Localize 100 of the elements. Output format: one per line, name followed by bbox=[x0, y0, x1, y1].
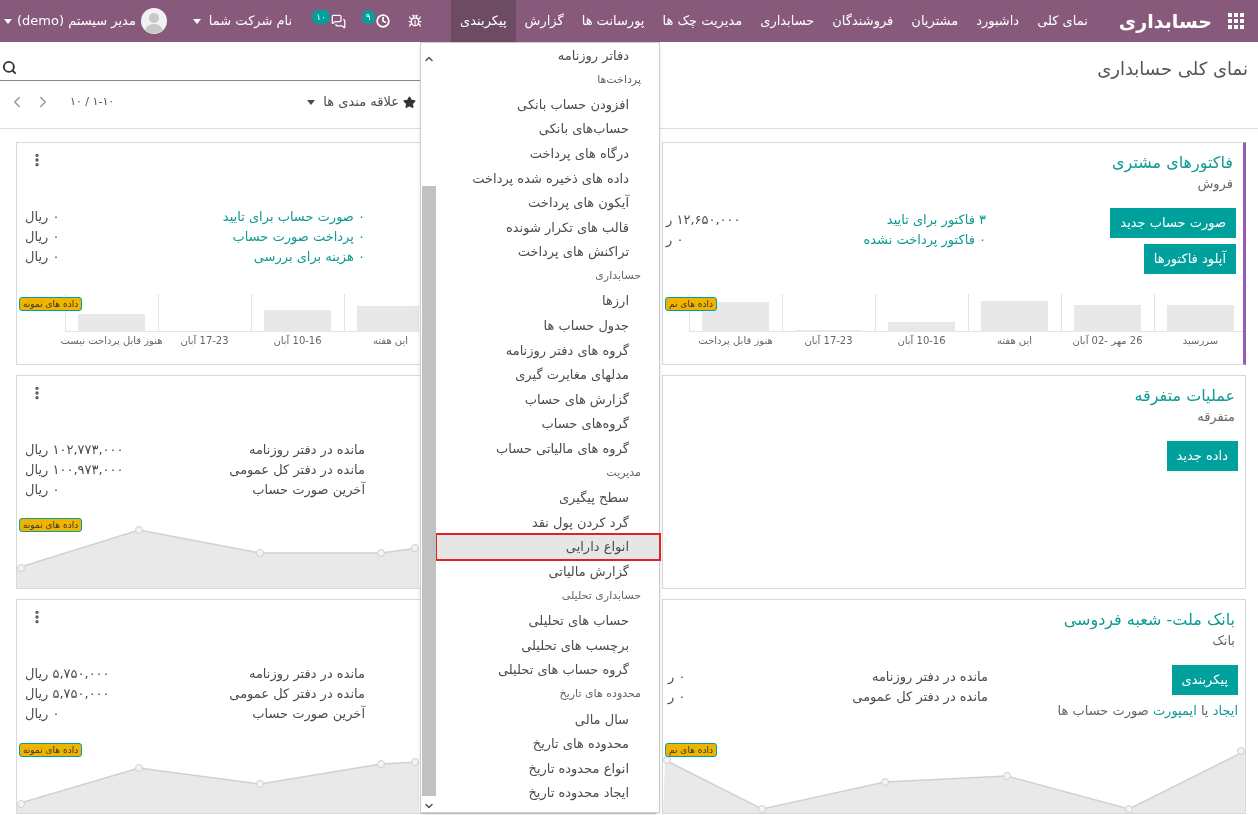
nav-menu-item[interactable]: گزارش bbox=[515, 0, 573, 42]
nav-menu-item[interactable]: حسابداری bbox=[751, 0, 824, 42]
menu-item[interactable]: محدوده های تاریخ bbox=[437, 731, 659, 757]
chart-point bbox=[135, 764, 143, 772]
caret-icon bbox=[4, 18, 12, 24]
stat-label: مانده در دفتر روزنامه bbox=[248, 441, 365, 460]
nav-menu-item[interactable]: مدیریت چک ها bbox=[653, 0, 752, 42]
chart-point bbox=[881, 778, 889, 786]
avatar-icon bbox=[140, 8, 167, 34]
menu-section-header: محدوده های تاریخ bbox=[559, 686, 641, 703]
pager-value: ۱-۱۰ / ۱۰ bbox=[70, 93, 115, 110]
menu-item[interactable]: گزارش مالیاتی bbox=[437, 559, 659, 585]
stat-label: آخرین صورت حساب bbox=[252, 704, 365, 724]
stat-label: مانده در دفتر روزنامه bbox=[248, 665, 365, 684]
menu-item[interactable]: گروه های مالیاتی حساب bbox=[437, 436, 659, 462]
sample-data-badge: داده های نمونه bbox=[19, 297, 83, 311]
menu-item[interactable]: گروه های دفتر روزنامه bbox=[437, 338, 659, 363]
stat-label: مانده در دفتر کل عمومی bbox=[229, 685, 365, 704]
star-icon bbox=[403, 95, 416, 109]
menu-item[interactable]: دفاتر روزنامه bbox=[437, 43, 659, 68]
chart-axis-label: این هفته bbox=[372, 334, 409, 348]
chart-axis-label: 17-23 آبان bbox=[804, 333, 853, 348]
sample-data-badge: داده های نمونه bbox=[19, 743, 83, 757]
stat-amount: ۵,۷۵۰,۰۰۰ ریال bbox=[25, 665, 110, 683]
stat-label: مانده در دفتر کل عمومی bbox=[229, 461, 365, 480]
chart-point bbox=[377, 549, 385, 557]
chart-point bbox=[256, 549, 264, 557]
menu-item[interactable]: برچسب های تحلیلی bbox=[437, 633, 659, 658]
menu-item[interactable]: سال مالی bbox=[437, 707, 659, 732]
stat-amount: ۰ ر bbox=[668, 668, 686, 686]
user-menu[interactable]: مدیر سیستم (demo) bbox=[0, 0, 181, 42]
menu-item[interactable]: سطح پیگیری bbox=[437, 485, 659, 511]
card-title[interactable]: بانک ملت- شعبه فردوسی bbox=[1063, 609, 1235, 631]
menu-item[interactable]: قالب های تکرار شونده bbox=[437, 215, 659, 240]
menu-item[interactable]: حساب‌های بانکی bbox=[437, 116, 659, 142]
card-title[interactable]: فاکتورهای مشتری bbox=[1112, 152, 1233, 174]
menu-item[interactable]: آیکون های پرداخت bbox=[437, 190, 659, 216]
menu-item[interactable]: تراکنش های پرداخت bbox=[437, 239, 659, 265]
nav-menu-item[interactable]: نمای کلی bbox=[1028, 0, 1097, 42]
nav-menu-item[interactable]: پورسانت ها bbox=[572, 0, 654, 42]
stat-link[interactable]: ۰ فاکتور پرداخت نشده bbox=[863, 230, 986, 250]
favorites-menu[interactable]: علاقه مندی ها bbox=[307, 92, 416, 112]
chart-axis-label: این هفته bbox=[996, 334, 1033, 348]
import-link[interactable]: ایمپورت bbox=[1152, 703, 1197, 718]
menu-item[interactable]: انواع دارایی bbox=[437, 534, 659, 560]
menu-item[interactable]: درگاه های پرداخت bbox=[437, 141, 659, 166]
nav-menu-item[interactable]: مشتریان bbox=[902, 0, 968, 42]
chat-icon bbox=[330, 13, 346, 29]
stat-link[interactable]: ۰ پرداخت صورت حساب bbox=[232, 227, 365, 247]
menu-item[interactable]: انواع محدوده تاریخ bbox=[437, 756, 659, 781]
chart-axis-label: سررسید bbox=[1182, 334, 1219, 348]
stat-amount: ۵,۷۵۰,۰۰۰ ریال bbox=[25, 685, 110, 703]
stat-amount: ۱۰۲,۷۷۳,۰۰۰ ریال bbox=[25, 441, 124, 459]
nav-menu-item[interactable]: فروشندگان bbox=[823, 0, 903, 42]
page-title: نمای کلی حسابداری bbox=[1097, 58, 1248, 79]
scrollbar-thumb[interactable] bbox=[422, 186, 436, 796]
menu-item[interactable]: افزودن حساب بانکی bbox=[437, 92, 659, 117]
card-subtitle: متفرقه bbox=[1197, 408, 1235, 426]
chart-point bbox=[256, 780, 264, 788]
chart-axis-label: 10-16 آبان bbox=[897, 333, 946, 348]
card-subtitle: فروش bbox=[1197, 175, 1233, 194]
chart-point bbox=[1003, 772, 1011, 780]
menu-section-header: پرداخت‌ها bbox=[597, 71, 641, 88]
caret-icon bbox=[192, 18, 201, 24]
menu-item[interactable]: گزارش های حساب bbox=[437, 387, 659, 412]
stat-link[interactable]: ۰ هزینه برای بررسی bbox=[253, 247, 365, 267]
stat-label: مانده در دفتر روزنامه bbox=[871, 668, 988, 687]
company-switcher[interactable]: نام شرکت شما bbox=[180, 0, 305, 42]
stat-link[interactable]: ۳ فاکتور برای تایید bbox=[886, 210, 986, 230]
stat-label: آخرین صورت حساب bbox=[252, 480, 365, 500]
sample-data-badge: داده های نمونه bbox=[19, 518, 83, 532]
menu-item[interactable]: ایجاد محدوده تاریخ bbox=[437, 780, 659, 806]
stat-amount: ۱۲,۶۵۰,۰۰۰ ر bbox=[666, 211, 741, 229]
clock-icon bbox=[375, 14, 390, 28]
menu-section-header: مدیریت bbox=[606, 465, 641, 482]
menu-item[interactable]: داده های ذخیره شده پرداخت bbox=[437, 165, 659, 191]
menu-item[interactable]: گرد کردن پول نقد bbox=[437, 510, 659, 535]
caret-icon bbox=[307, 99, 316, 105]
count-badge: ۹ bbox=[361, 10, 375, 24]
create-link[interactable]: ایجاد bbox=[1212, 703, 1238, 718]
stat-amount: ۰ ریال bbox=[25, 481, 60, 499]
menu-item[interactable]: مدلهای مغایرت گیری bbox=[437, 362, 659, 388]
stat-link[interactable]: ۰ صورت حساب برای تایید bbox=[222, 207, 365, 227]
menu-item[interactable]: گروه‌های حساب bbox=[437, 411, 659, 437]
count-badge: ۱۰ bbox=[312, 10, 330, 24]
menu-item[interactable]: ارزها bbox=[437, 288, 659, 314]
chart-axis-label: 10-16 آبان bbox=[273, 333, 322, 348]
apps-grid-icon[interactable] bbox=[1228, 13, 1244, 29]
nav-menu-item[interactable]: داشبورد bbox=[967, 0, 1029, 42]
card-title[interactable]: عملیات متفرقه bbox=[1134, 385, 1235, 407]
chart-axis-label: هنوز قابل پرداخت نیست bbox=[60, 334, 163, 349]
stat-amount: ۰ ریال bbox=[25, 228, 60, 246]
menu-item[interactable]: گروه حساب های تحلیلی bbox=[437, 657, 659, 683]
sample-data-badge: داده های نم bbox=[665, 297, 717, 311]
app-brand: حسابداری bbox=[1117, 8, 1213, 35]
menu-item[interactable]: جدول حساب ها bbox=[437, 313, 659, 339]
chart-axis-label: 26 مهر -02 آبان bbox=[1072, 333, 1143, 349]
nav-menu-item[interactable]: پیکربندی bbox=[451, 0, 516, 42]
menu-item[interactable]: حساب های تحلیلی bbox=[437, 608, 659, 634]
stat-amount: ۰ ر bbox=[666, 231, 684, 249]
